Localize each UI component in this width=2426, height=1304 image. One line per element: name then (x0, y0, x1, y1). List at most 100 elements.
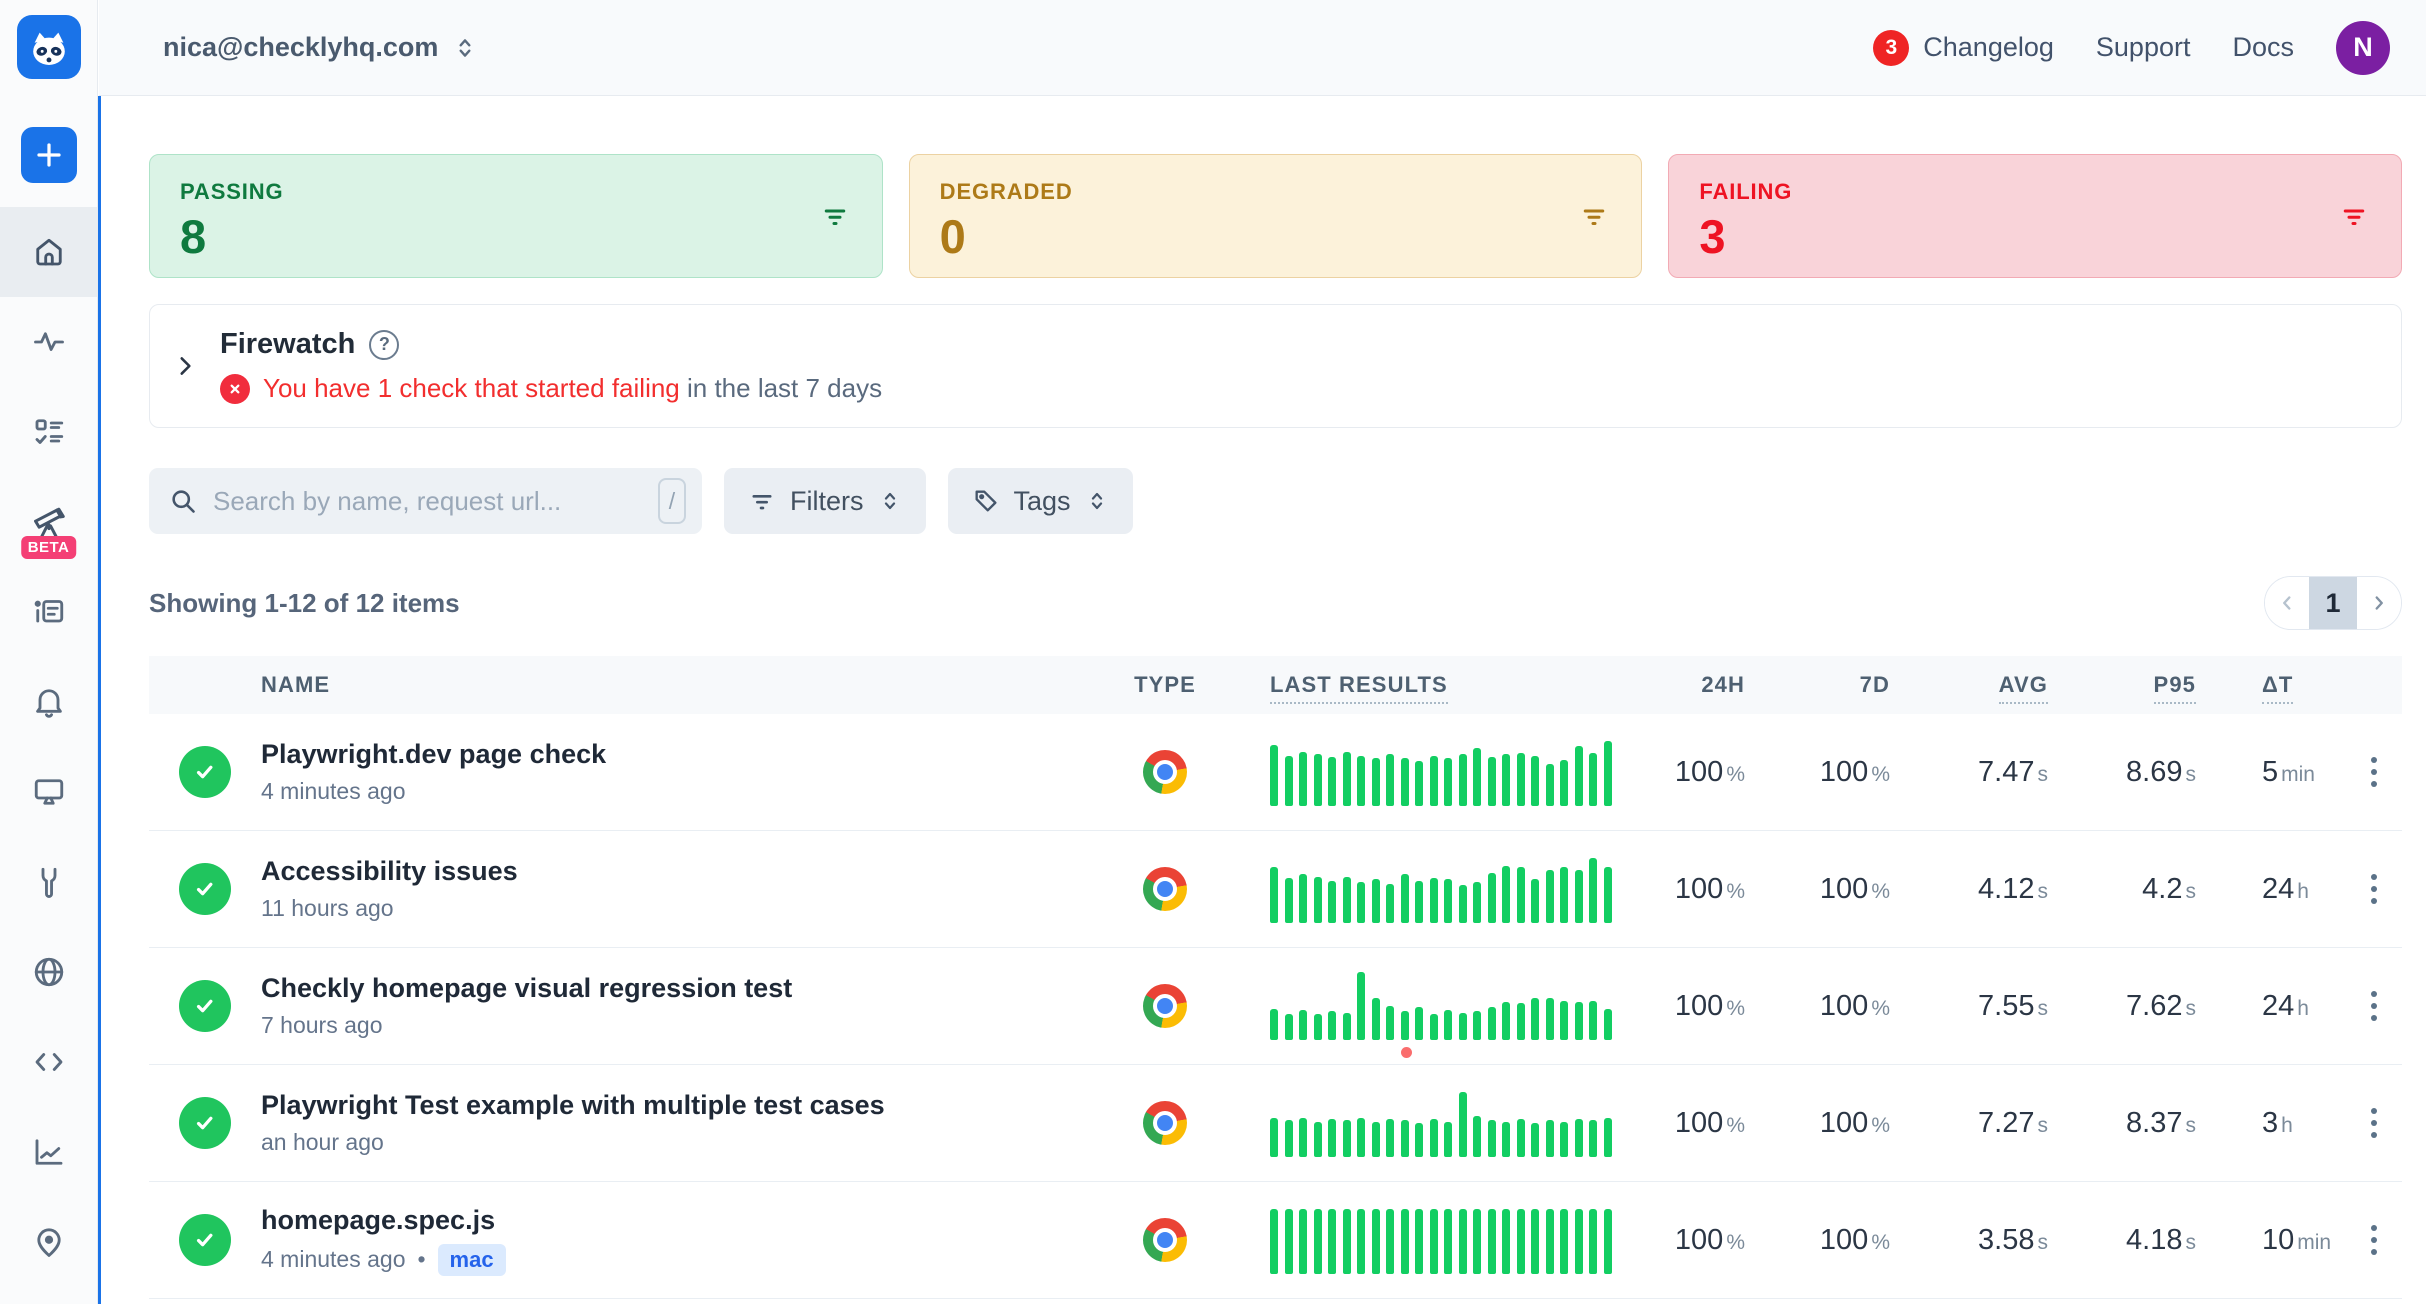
result-bar[interactable] (1430, 1014, 1438, 1040)
column-avg[interactable]: AVG (1890, 672, 2048, 698)
result-bar[interactable] (1546, 764, 1554, 806)
result-bar[interactable] (1357, 882, 1365, 923)
result-bar[interactable] (1285, 1209, 1293, 1274)
column-delta-t[interactable]: ΔT (2196, 672, 2346, 698)
result-bar[interactable] (1328, 757, 1336, 806)
result-bar[interactable] (1488, 873, 1496, 923)
result-bar[interactable] (1401, 758, 1409, 806)
result-bar[interactable] (1357, 972, 1365, 1040)
result-bar[interactable] (1328, 1011, 1336, 1040)
checkly-raccoon-logo[interactable] (17, 15, 81, 79)
result-bar[interactable] (1270, 1118, 1278, 1157)
result-bar[interactable] (1531, 756, 1539, 806)
degraded-card[interactable]: DEGRADED 0 (909, 154, 1643, 278)
result-bar[interactable] (1589, 753, 1597, 806)
sidebar-item-maintenance[interactable] (0, 837, 97, 927)
result-bar[interactable] (1372, 998, 1380, 1040)
result-bar[interactable] (1473, 748, 1481, 806)
tag-badge-mac[interactable]: mac (438, 1244, 506, 1276)
sidebar-item-alerts[interactable] (0, 657, 97, 747)
result-bar[interactable] (1589, 1001, 1597, 1040)
result-bar[interactable] (1430, 756, 1438, 806)
result-bar[interactable] (1502, 754, 1510, 806)
result-bar[interactable] (1314, 754, 1322, 806)
table-row[interactable]: Playwright.dev page check 4 minutes ago … (149, 714, 2402, 831)
result-bar[interactable] (1488, 1120, 1496, 1157)
result-bar[interactable] (1328, 881, 1336, 923)
passing-card[interactable]: PASSING 8 (149, 154, 883, 278)
support-link[interactable]: Support (2096, 32, 2191, 63)
result-bar[interactable] (1575, 1119, 1583, 1157)
result-bar[interactable] (1604, 867, 1612, 923)
expand-chevron-icon[interactable] (172, 353, 198, 379)
sidebar-item-locations[interactable] (0, 1197, 97, 1287)
result-bar[interactable] (1285, 756, 1293, 806)
result-bar[interactable] (1415, 1209, 1423, 1274)
create-new-button[interactable] (21, 127, 77, 183)
result-bar[interactable] (1488, 1007, 1496, 1040)
row-actions-kebab-menu[interactable] (2363, 983, 2385, 1029)
result-bar[interactable] (1357, 756, 1365, 806)
result-bar[interactable] (1444, 1209, 1452, 1274)
result-bar[interactable] (1502, 1209, 1510, 1274)
result-bar[interactable] (1285, 1014, 1293, 1040)
table-row[interactable]: Checkly homepage visual regression test … (149, 948, 2402, 1065)
result-bar[interactable] (1560, 1001, 1568, 1040)
sidebar-item-dashboards[interactable] (0, 747, 97, 837)
result-bar[interactable] (1343, 1209, 1351, 1274)
docs-link[interactable]: Docs (2232, 32, 2294, 63)
result-bar[interactable] (1299, 1209, 1307, 1274)
result-bar[interactable] (1444, 879, 1452, 923)
result-bar[interactable] (1343, 1013, 1351, 1040)
result-bar[interactable] (1270, 1209, 1278, 1274)
result-bar[interactable] (1459, 1209, 1467, 1274)
result-bar[interactable] (1372, 879, 1380, 923)
result-bar[interactable] (1473, 1011, 1481, 1040)
result-bar[interactable] (1314, 1014, 1322, 1040)
result-bar[interactable] (1459, 885, 1467, 923)
result-bar[interactable] (1575, 1209, 1583, 1274)
result-bar[interactable] (1328, 1119, 1336, 1157)
table-row[interactable]: Playwright Test example with multiple te… (149, 1065, 2402, 1182)
result-bar[interactable] (1560, 760, 1568, 806)
result-bar[interactable] (1444, 1010, 1452, 1040)
result-bar[interactable] (1473, 1116, 1481, 1157)
result-bar[interactable] (1299, 752, 1307, 806)
result-bar[interactable] (1560, 1209, 1568, 1274)
result-bar[interactable] (1430, 878, 1438, 923)
result-bar[interactable] (1459, 1092, 1467, 1157)
result-bar[interactable] (1604, 1209, 1612, 1274)
result-bar[interactable] (1415, 1007, 1423, 1040)
table-row[interactable]: Accessibility issues 11 hours ago 100% 1… (149, 831, 2402, 948)
result-bar[interactable] (1546, 870, 1554, 923)
help-icon[interactable]: ? (369, 330, 399, 360)
result-bar[interactable] (1502, 1122, 1510, 1157)
result-bar[interactable] (1517, 1209, 1525, 1274)
result-bar[interactable] (1531, 1123, 1539, 1157)
row-actions-kebab-menu[interactable] (2363, 1217, 2385, 1263)
row-actions-kebab-menu[interactable] (2363, 749, 2385, 795)
result-bar[interactable] (1299, 874, 1307, 923)
result-bar[interactable] (1270, 867, 1278, 923)
result-bar[interactable] (1517, 1119, 1525, 1157)
filters-button[interactable]: Filters (724, 468, 926, 534)
result-bar[interactable] (1531, 879, 1539, 923)
result-bar[interactable] (1270, 745, 1278, 806)
result-bar[interactable] (1372, 758, 1380, 806)
result-bar[interactable] (1575, 870, 1583, 923)
result-bar[interactable] (1415, 1123, 1423, 1157)
sidebar-item-test-sessions[interactable] (0, 387, 97, 477)
result-bar[interactable] (1517, 867, 1525, 923)
result-bar[interactable] (1517, 1003, 1525, 1040)
result-bar[interactable] (1604, 1009, 1612, 1040)
result-bar[interactable] (1531, 998, 1539, 1040)
result-bar[interactable] (1415, 881, 1423, 923)
result-bar[interactable] (1560, 867, 1568, 923)
result-bar[interactable] (1299, 1118, 1307, 1157)
result-bar[interactable] (1488, 1209, 1496, 1274)
sidebar-item-home[interactable] (0, 207, 97, 297)
result-bar[interactable] (1285, 1120, 1293, 1157)
result-bar[interactable] (1357, 1118, 1365, 1157)
result-bar[interactable] (1299, 1010, 1307, 1040)
result-bar[interactable] (1459, 754, 1467, 806)
